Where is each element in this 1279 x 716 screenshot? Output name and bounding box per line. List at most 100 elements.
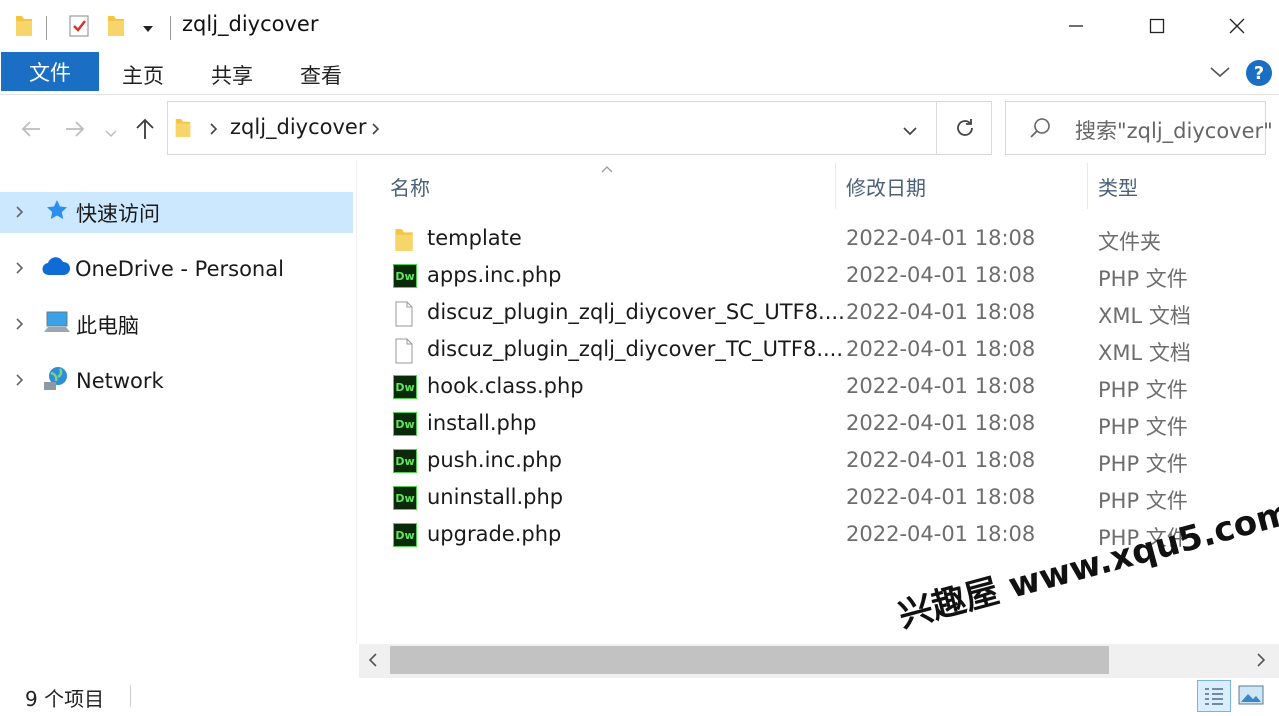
file-name: push.inc.php [427,448,562,472]
details-view-icon [1205,688,1223,705]
folder-icon [174,117,192,143]
window-title: zqlj_diycover [182,12,319,36]
maximize-button[interactable] [1127,0,1187,52]
star-icon [45,198,69,227]
file-type: 文件夹 [1098,230,1161,254]
file-type: PHP 文件 [1098,378,1188,402]
close-button[interactable] [1207,0,1267,52]
column-header-type[interactable]: 类型 [1098,172,1138,201]
cloud-icon [41,255,71,282]
computer-icon [43,310,71,339]
file-type: XML 文档 [1098,341,1191,365]
status-item-count: 9 个项目 [25,687,105,711]
file-name: discuz_plugin_zqlj_diycover_SC_UTF8.... [427,300,845,324]
help-icon[interactable]: ? [1246,60,1272,86]
status-separator [130,685,131,707]
quick-access-separator [170,16,171,40]
file-icon [393,301,415,331]
file-type: PHP 文件 [1098,452,1188,476]
recent-locations-chevron-icon[interactable] [105,124,117,143]
up-arrow-icon[interactable] [134,117,156,145]
dw-icon: Dw [393,486,417,510]
expand-ribbon-icon[interactable] [1209,64,1231,84]
dw-label: Dw [393,264,417,288]
column-header-name[interactable]: 名称 [390,172,430,201]
file-name: install.php [427,411,537,435]
scroll-right-icon[interactable] [1255,652,1267,672]
back-arrow-icon[interactable] [20,118,42,144]
forward-arrow-icon[interactable] [64,118,86,144]
file-name: template [427,226,522,250]
file-icon [393,338,415,368]
file-name: uninstall.php [427,485,564,509]
expand-chevron-icon[interactable] [13,257,27,281]
sidebar-item-quick-access[interactable]: 快速访问 [0,192,353,233]
dw-label: Dw [393,375,417,399]
search-input[interactable]: 搜索"zqlj_diycover" [1075,115,1273,145]
breadcrumb-chevron-icon[interactable] [208,121,218,141]
address-separator [936,102,937,154]
search-icon [1028,116,1052,144]
sidebar-item-label: Network [76,368,164,393]
dw-icon: Dw [393,412,417,436]
ribbon-bar [0,52,1279,95]
column-header-date[interactable]: 修改日期 [846,172,926,201]
file-type: PHP 文件 [1098,267,1188,291]
address-dropdown-icon[interactable] [902,122,918,141]
file-date: 2022-04-01 18:08 [846,300,1036,324]
pane-divider[interactable] [356,160,357,644]
sidebar-item-this-pc[interactable]: 此电脑 [0,304,353,345]
scrollbar-thumb[interactable] [390,646,1109,674]
minimize-icon [1069,25,1083,27]
quick-access-separator [46,16,47,40]
dw-label: Dw [393,523,417,547]
large-icons-view-icon[interactable] [1238,684,1264,710]
folder-icon[interactable] [14,14,34,42]
dw-icon: Dw [393,523,417,547]
refresh-icon[interactable] [954,117,976,143]
dw-label: Dw [393,486,417,510]
expand-chevron-icon[interactable] [13,201,27,225]
maximize-icon [1149,18,1165,34]
new-folder-icon[interactable] [106,14,126,42]
dw-icon: Dw [393,375,417,399]
tab-share[interactable]: 共享 [211,60,253,90]
file-date: 2022-04-01 18:08 [846,522,1036,546]
sidebar-item-network[interactable]: Network [0,360,353,401]
properties-icon[interactable] [67,14,91,42]
tab-home[interactable]: 主页 [122,60,164,90]
column-separator[interactable] [835,163,836,209]
file-name: discuz_plugin_zqlj_diycover_TC_UTF8.... [427,337,844,361]
tab-view[interactable]: 查看 [300,60,342,90]
details-view-button[interactable] [1197,680,1231,712]
sidebar-item-onedrive[interactable]: OneDrive - Personal [0,248,353,289]
file-type: XML 文档 [1098,304,1191,328]
tab-file[interactable]: 文件 [1,52,99,91]
dw-icon: Dw [393,449,417,473]
expand-chevron-icon[interactable] [13,313,27,337]
file-date: 2022-04-01 18:08 [846,411,1036,435]
column-separator[interactable] [1087,163,1088,209]
expand-chevron-icon[interactable] [13,369,27,393]
file-name: hook.class.php [427,374,584,398]
file-type: PHP 文件 [1098,415,1188,439]
network-icon [43,365,71,396]
minimize-button[interactable] [1046,0,1106,52]
breadcrumb-folder[interactable]: zqlj_diycover [230,115,367,139]
sidebar-item-label: 此电脑 [76,313,139,338]
folder-icon [393,227,415,257]
sidebar-item-label: 快速访问 [76,201,160,226]
sort-ascending-icon [600,160,614,179]
file-date: 2022-04-01 18:08 [846,226,1036,250]
file-date: 2022-04-01 18:08 [846,485,1036,509]
close-icon [1229,18,1245,34]
scroll-left-icon[interactable] [367,652,379,672]
file-name: upgrade.php [427,522,562,546]
breadcrumb-chevron-icon[interactable] [370,121,380,141]
file-date: 2022-04-01 18:08 [846,448,1036,472]
dw-label: Dw [393,449,417,473]
dw-label: Dw [393,412,417,436]
file-date: 2022-04-01 18:08 [846,374,1036,398]
customize-dropdown-icon[interactable] [141,20,155,39]
sidebar-item-label: OneDrive - Personal [75,256,284,281]
